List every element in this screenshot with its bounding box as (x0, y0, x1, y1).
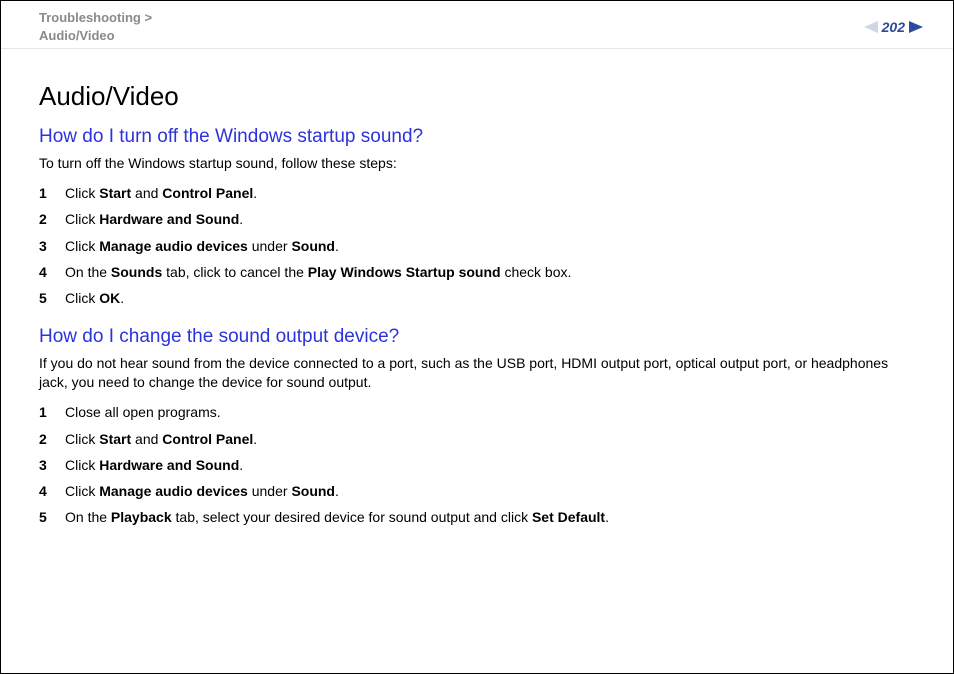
step-body: Click Start and Control Panel. (65, 183, 915, 203)
section2-intro: If you do not hear sound from the device… (39, 354, 915, 392)
step-row: 5Click OK. (39, 288, 915, 308)
step-number: 4 (39, 262, 65, 282)
step-body: Click OK. (65, 288, 915, 308)
step-row: 4On the Sounds tab, click to cancel the … (39, 262, 915, 282)
section1-steps: 1Click Start and Control Panel.2Click Ha… (39, 183, 915, 308)
step-number: 1 (39, 402, 65, 422)
step-row: 1Click Start and Control Panel. (39, 183, 915, 203)
step-row: 1Close all open programs. (39, 402, 915, 422)
step-body: On the Playback tab, select your desired… (65, 507, 915, 527)
section-heading-output-device: How do I change the sound output device? (39, 326, 915, 348)
step-number: 1 (39, 183, 65, 203)
breadcrumb-parent: Troubleshooting (39, 10, 141, 25)
step-number: 2 (39, 209, 65, 229)
page-title: Audio/Video (39, 81, 915, 112)
step-number: 3 (39, 236, 65, 256)
page-nav: 202 (864, 19, 923, 35)
section1-intro: To turn off the Windows startup sound, f… (39, 154, 915, 173)
step-body: Click Hardware and Sound. (65, 455, 915, 475)
step-row: 3Click Manage audio devices under Sound. (39, 236, 915, 256)
step-row: 2Click Hardware and Sound. (39, 209, 915, 229)
next-page-icon[interactable] (909, 21, 923, 33)
step-body: Click Hardware and Sound. (65, 209, 915, 229)
step-body: Click Manage audio devices under Sound. (65, 481, 915, 501)
step-number: 3 (39, 455, 65, 475)
step-number: 5 (39, 288, 65, 308)
step-row: 3Click Hardware and Sound. (39, 455, 915, 475)
step-number: 4 (39, 481, 65, 501)
step-row: 2Click Start and Control Panel. (39, 429, 915, 449)
breadcrumb-current: Audio/Video (39, 28, 115, 43)
breadcrumb: Troubleshooting > Audio/Video (39, 9, 152, 44)
section-heading-startup-sound: How do I turn off the Windows startup so… (39, 126, 915, 148)
prev-page-icon[interactable] (864, 21, 878, 33)
step-number: 2 (39, 429, 65, 449)
page-content: Audio/Video How do I turn off the Window… (1, 49, 953, 528)
section2-steps: 1Close all open programs.2Click Start an… (39, 402, 915, 527)
step-row: 4Click Manage audio devices under Sound. (39, 481, 915, 501)
step-body: Click Start and Control Panel. (65, 429, 915, 449)
step-body: Click Manage audio devices under Sound. (65, 236, 915, 256)
page-header: Troubleshooting > Audio/Video 202 (1, 1, 953, 49)
step-row: 5On the Playback tab, select your desire… (39, 507, 915, 527)
step-body: Close all open programs. (65, 402, 915, 422)
step-body: On the Sounds tab, click to cancel the P… (65, 262, 915, 282)
breadcrumb-sep: > (144, 10, 152, 25)
page-number: 202 (882, 19, 905, 35)
step-number: 5 (39, 507, 65, 527)
